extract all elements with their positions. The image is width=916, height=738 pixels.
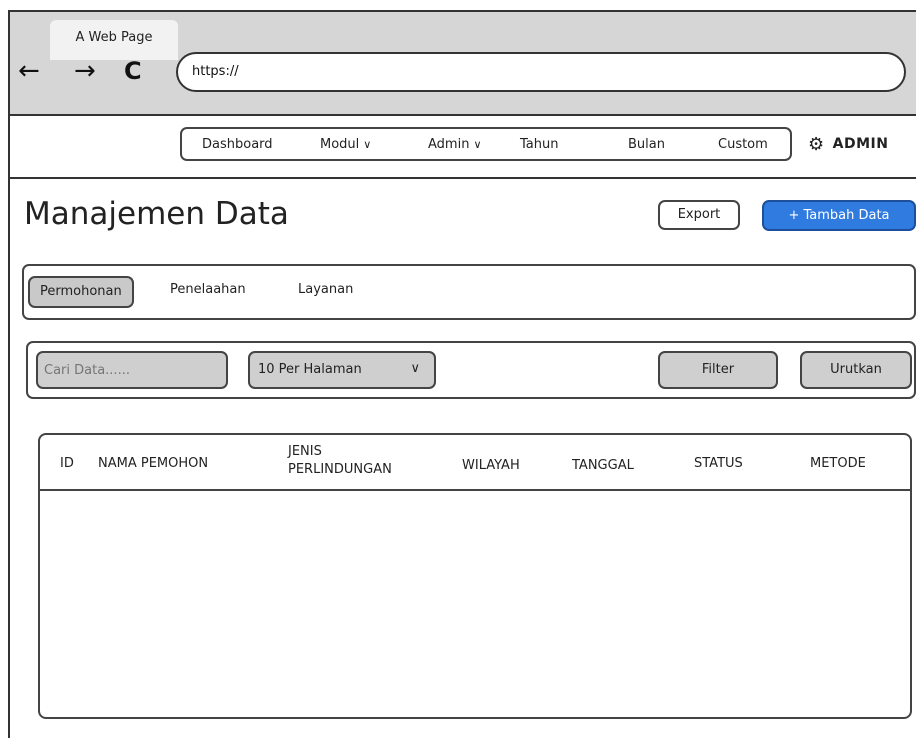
- add-data-button[interactable]: + Tambah Data: [762, 200, 916, 231]
- filter-button[interactable]: Filter: [658, 351, 778, 389]
- nav-item-tahun[interactable]: Tahun: [520, 137, 558, 152]
- column-header-label: JENIS: [288, 444, 322, 459]
- column-header-label: NAMA PEMOHON: [98, 456, 209, 471]
- nav-item-modul[interactable]: Modul ∨: [320, 137, 371, 152]
- chevron-down-icon: ∨: [473, 138, 482, 151]
- nav-item-label: Dashboard: [202, 137, 273, 152]
- gear-icon: ⚙: [808, 134, 825, 155]
- divider: [8, 114, 916, 116]
- main-nav: Dashboard Modul ∨ Admin ∨ Tahun Bulan Cust…: [180, 127, 792, 161]
- nav-item-label: Admin: [428, 137, 470, 152]
- chevron-down-icon: ∨: [410, 361, 420, 376]
- address-bar-url: https://: [192, 64, 239, 79]
- tab-label: Layanan: [298, 282, 354, 297]
- tab-penelaahan[interactable]: Penelaahan: [170, 276, 246, 308]
- column-header-id[interactable]: ID: [60, 455, 74, 473]
- column-header-label: WILAYAH: [462, 458, 520, 473]
- tab-permohonan[interactable]: Permohonan: [28, 276, 134, 308]
- chevron-down-icon: ∨: [363, 138, 372, 151]
- export-button[interactable]: Export: [658, 200, 740, 230]
- per-page-value: 10 Per Halaman: [258, 362, 362, 377]
- tab-bar: Permohonan Penelaahan Layanan: [22, 264, 916, 320]
- sort-button[interactable]: Urutkan: [800, 351, 912, 389]
- column-header-label: PERLINDUNGAN: [288, 462, 392, 477]
- column-header-jenis-perlindungan[interactable]: JENIS PERLINDUNGAN: [288, 443, 392, 479]
- forward-arrow-icon[interactable]: →: [74, 56, 96, 86]
- nav-item-bulan[interactable]: Bulan: [628, 137, 665, 152]
- column-header-label: ID: [60, 456, 74, 471]
- column-header-label: STATUS: [694, 456, 743, 471]
- nav-item-dashboard[interactable]: Dashboard: [202, 137, 273, 152]
- column-header-wilayah[interactable]: WILAYAH: [462, 457, 520, 475]
- nav-item-label: Tahun: [520, 137, 559, 152]
- user-menu[interactable]: ⚙ ADMIN: [808, 134, 888, 155]
- column-header-nama-pemohon[interactable]: NAMA PEMOHON: [98, 455, 208, 473]
- browser-tab-title: A Web Page: [75, 30, 153, 45]
- search-input[interactable]: [36, 351, 228, 389]
- reload-icon[interactable]: C: [124, 56, 142, 86]
- column-header-label: TANGGAL: [572, 458, 634, 473]
- nav-item-label: Custom: [718, 137, 768, 152]
- nav-item-admin[interactable]: Admin ∨: [428, 137, 482, 152]
- nav-item-label: Modul: [320, 137, 360, 152]
- column-header-label: METODE: [810, 456, 866, 471]
- back-arrow-icon[interactable]: ←: [18, 56, 40, 86]
- browser-tab[interactable]: A Web Page: [50, 20, 178, 60]
- nav-item-custom[interactable]: Custom: [718, 137, 768, 152]
- divider: [8, 114, 10, 738]
- address-bar[interactable]: https://: [176, 52, 906, 92]
- page-title: Manajemen Data: [24, 196, 289, 232]
- tab-label: Penelaahan: [170, 282, 246, 297]
- tab-label: Permohonan: [40, 284, 122, 299]
- per-page-select[interactable]: 10 Per Halaman ∨: [248, 351, 436, 389]
- user-label: ADMIN: [832, 136, 889, 152]
- nav-item-label: Bulan: [628, 137, 665, 152]
- divider: [8, 177, 916, 179]
- table-header-divider: [40, 489, 910, 491]
- column-header-metode[interactable]: METODE: [810, 455, 866, 473]
- data-table: [38, 433, 912, 719]
- tab-layanan[interactable]: Layanan: [298, 276, 353, 308]
- column-header-tanggal[interactable]: TANGGAL: [572, 457, 634, 475]
- column-header-status[interactable]: STATUS: [694, 455, 743, 473]
